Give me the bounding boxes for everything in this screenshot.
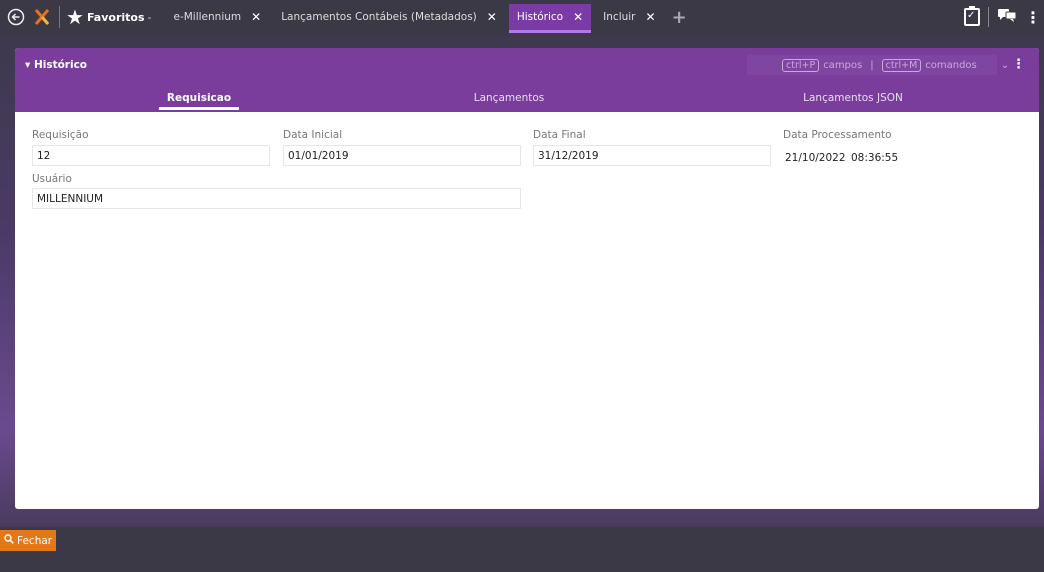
data-final-field[interactable]: 31/12/2019 (533, 145, 771, 166)
fechar-button[interactable]: Fechar (0, 530, 57, 551)
shortcut-key: ctrl+M (881, 58, 922, 72)
data-processamento-label: Data Processamento (783, 129, 892, 141)
requisicao-label: Requisição (32, 129, 89, 141)
panel-header: ▾ Histórico ctrl+P campos | ctrl+M coman… (15, 48, 1039, 112)
chat-icon[interactable] (997, 7, 1017, 27)
shortcut-label[interactable]: campos (823, 60, 862, 71)
tab-incluir[interactable]: Incluir ✕ (595, 4, 663, 30)
chevron-down-icon: - (147, 10, 152, 24)
clipboard-check-icon[interactable] (964, 6, 980, 26)
close-icon[interactable]: ✕ (646, 10, 656, 24)
collapse-triangle-icon: ▾ (25, 59, 34, 71)
data-processamento-time: 08:36:55 (851, 152, 899, 164)
divider: | (870, 59, 874, 71)
favorites-menu[interactable]: ★ Favoritos - (66, 7, 152, 27)
tab-label: Histórico (516, 11, 564, 23)
historico-panel: ▾ Histórico ctrl+P campos | ctrl+M coman… (15, 48, 1039, 509)
subtab-bar: Requisicao Lançamentos Lançamentos JSON (15, 88, 1039, 112)
shortcut-key: ctrl+P (782, 58, 820, 72)
top-right-actions: ⋮ (964, 0, 1044, 34)
star-icon: ★ (66, 5, 84, 29)
close-icon[interactable]: ✕ (487, 10, 497, 24)
usuario-field[interactable]: MILLENNIUM (32, 188, 521, 209)
plus-icon[interactable]: + (672, 7, 687, 28)
shortcut-hints: ctrl+P campos | ctrl+M comandos ⌄ (747, 55, 1009, 75)
divider (59, 6, 60, 28)
kebab-icon[interactable]: ⋮ (1012, 57, 1025, 72)
bottom-bar: Fechar (0, 527, 1044, 572)
kebab-icon[interactable]: ⋮ (1025, 8, 1041, 27)
data-inicial-label: Data Inicial (283, 129, 343, 141)
panel-title[interactable]: ▾ Histórico (25, 59, 87, 71)
millennium-logo-icon[interactable] (31, 6, 53, 28)
tab-requisicao[interactable]: Requisicao (158, 92, 240, 110)
chevron-down-icon[interactable]: ⌄ (1001, 60, 1009, 71)
close-icon[interactable]: ✕ (573, 10, 583, 24)
tab-historico[interactable]: Histórico ✕ (508, 4, 592, 33)
favorites-label: Favoritos (86, 10, 145, 24)
divider (988, 7, 989, 27)
top-bar: ★ Favoritos - e-Millennium ✕ Lançamentos… (0, 0, 1044, 34)
search-icon (4, 534, 14, 547)
back-arrow-icon[interactable] (5, 6, 27, 28)
tab-label: Lançamentos Contábeis (Metadados) (281, 11, 477, 23)
tab-lancamentos-contabeis[interactable]: Lançamentos Contábeis (Metadados) ✕ (273, 4, 505, 30)
tab-label: Incluir (603, 11, 636, 23)
usuario-label: Usuário (32, 173, 72, 185)
fechar-label: Fechar (17, 534, 53, 547)
data-inicial-field[interactable]: 01/01/2019 (283, 145, 521, 166)
tab-strip: e-Millennium ✕ Lançamentos Contábeis (Me… (166, 0, 687, 34)
requisicao-field[interactable]: 12 (32, 145, 270, 166)
tab-label: e-Millennium (173, 11, 242, 23)
shortcut-label[interactable]: comandos (925, 60, 977, 71)
tab-lancamentos-json[interactable]: Lançamentos JSON (803, 92, 903, 104)
close-icon[interactable]: ✕ (251, 10, 261, 24)
tab-e-millennium[interactable]: e-Millennium ✕ (166, 4, 270, 30)
panel-title-text: Histórico (33, 59, 88, 71)
data-processamento-date: 21/10/2022 (785, 152, 846, 164)
data-final-label: Data Final (533, 129, 586, 141)
tab-lancamentos[interactable]: Lançamentos (474, 92, 545, 104)
